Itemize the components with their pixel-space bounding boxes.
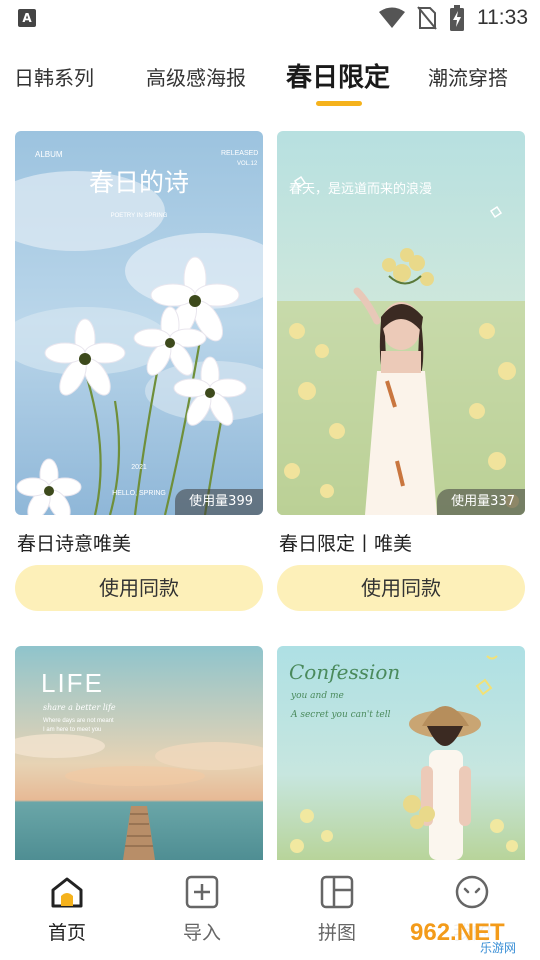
template-thumbnail[interactable]: LIFE share a better life Where days are … [15,646,263,860]
poster-subline: POETRY IN SPRING [111,213,168,219]
usage-count-badge: 使用量337 [437,489,525,515]
active-tab-indicator [316,101,362,106]
tab-spring-limited[interactable]: 春日限定 [286,52,390,104]
usage-count-badge: 使用量399 [175,489,263,515]
poster-year: 2021 [131,464,147,471]
poster-line-1: Where days are not meant [43,718,114,724]
use-template-button[interactable]: 使用同款 [277,565,525,611]
watermark-subtext: 乐游网 [480,941,516,955]
no-sim-icon [417,6,437,30]
template-title: 春日限定丨唯美 [279,533,413,555]
profile-face-icon [455,875,489,909]
app-notification-icon: A [18,9,36,27]
collage-icon [320,875,354,909]
poster-footer: HELLO, SPRING [112,490,166,497]
battery-charging-icon [450,5,464,31]
nav-import[interactable]: 导入 [152,874,252,945]
nav-collage[interactable]: 拼图 [287,874,387,945]
site-watermark: 962.NET 乐游网 [402,910,536,956]
import-plus-icon [185,875,219,909]
poster-released-text: RELEASED [221,150,258,157]
poster-album-text: ALBUM [35,150,63,159]
poster-vol-text: VOL.12 [237,161,258,167]
template-thumbnail[interactable]: ALBUM RELEASED VOL.12 春日的诗 POETRY IN SPR… [15,131,263,515]
poster-headline: 春天，是远道而来的浪漫 [289,181,432,197]
poster-headline: 春日的诗 [89,168,189,197]
poster-headline: Confession [289,660,400,684]
poster-subline: share a better life [43,703,116,712]
status-bar: A 11:33 [0,0,540,36]
home-icon [51,877,83,908]
poster-line-1: you and me [290,691,344,701]
category-tab-bar: 日韩系列 高级感海报 春日限定 潮流穿搭 [0,52,540,112]
wifi-icon [379,7,405,28]
status-clock: 11:33 [477,6,528,29]
poster-line-2: A secret you can't tell [290,710,391,720]
template-thumbnail[interactable]: 春天，是远道而来的浪漫 使用量337 [277,131,525,515]
tab-premium-poster[interactable]: 高级感海报 [146,52,246,104]
use-template-button[interactable]: 使用同款 [15,565,263,611]
nav-import-label: 导入 [182,922,221,944]
template-title: 春日诗意唯美 [17,533,132,555]
poster-headline: LIFE [41,668,104,698]
poster-line-2: I am here to meet you [43,727,101,733]
status-right: 11:33 [379,5,528,31]
nav-collage-label: 拼图 [317,922,356,944]
template-thumbnail[interactable]: Confession you and me A secret you can't… [277,646,525,860]
tab-japan-korea[interactable]: 日韩系列 [14,52,94,104]
nav-home[interactable]: 首页 [17,874,117,945]
tab-trend-outfit[interactable]: 潮流穿搭 [428,52,508,104]
nav-home-label: 首页 [47,922,86,944]
